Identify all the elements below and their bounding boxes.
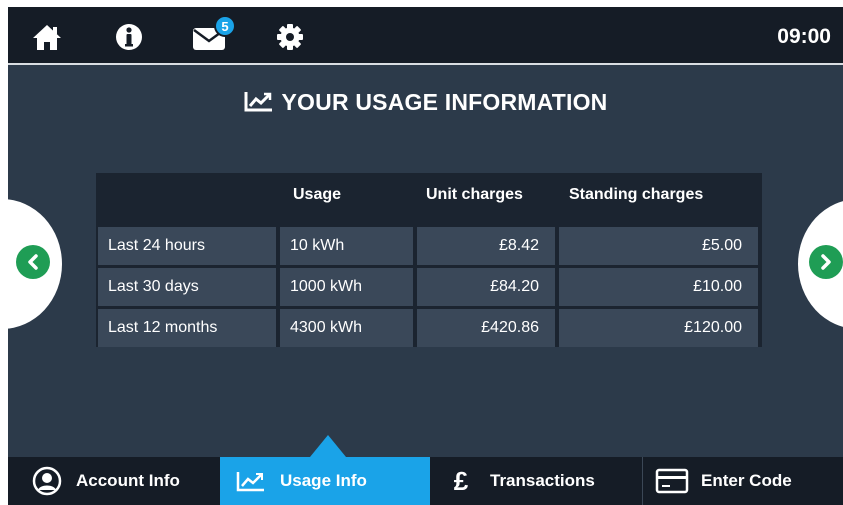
usage-cell: 1000 kWh [280,268,413,306]
info-icon[interactable] [112,21,146,53]
tab-usage-info[interactable]: Usage Info [220,457,430,505]
unit-charge-cell: £420.86 [417,309,555,347]
standing-charge-cell: £120.00 [559,309,758,347]
mail-badge: 5 [214,15,236,37]
standing-charge-cell: £5.00 [559,227,758,265]
pound-icon: £ [444,466,478,496]
column-header-unit-charges: Unit charges [426,186,523,203]
tab-transactions[interactable]: £ Transactions [430,457,642,505]
page-title: YOUR USAGE INFORMATION [8,89,843,116]
chevron-left-icon [16,245,50,279]
previous-button[interactable] [8,199,62,329]
usage-cell: 4300 kWh [280,309,413,347]
usage-cell: 10 kWh [280,227,413,265]
card-icon [655,466,689,496]
standing-charge-cell: £10.00 [559,268,758,306]
column-header-usage: Usage [293,186,342,203]
row-label: Last 12 months [98,309,276,347]
user-icon [30,466,64,496]
tab-label: Account Info [76,471,180,490]
bottom-tab-bar: Account Info Usage Info £ Transactions E… [8,457,843,505]
svg-text:£: £ [454,466,469,496]
unit-charge-cell: £84.20 [417,268,555,306]
tab-label: Enter Code [701,471,792,490]
app-screen: 5 09:00 YOUR USAGE INFORMATION Usage Uni… [8,7,843,505]
trend-chart-icon [244,90,274,112]
trend-chart-icon [234,466,268,496]
usage-table: Usage Unit charges Standing charges Last… [96,173,762,347]
row-label: Last 24 hours [98,227,276,265]
next-button[interactable] [798,199,843,329]
chevron-right-icon [809,245,843,279]
unit-charge-cell: £8.42 [417,227,555,265]
clock: 09:00 [777,25,831,48]
column-header-standing-charges: Standing charges [569,186,704,203]
tab-label: Transactions [490,471,595,490]
gear-icon[interactable] [273,21,307,53]
row-label: Last 30 days [98,268,276,306]
page-title-text: YOUR USAGE INFORMATION [281,89,608,115]
tab-label: Usage Info [280,471,367,490]
active-tab-pointer [310,435,346,457]
tab-account-info[interactable]: Account Info [8,457,220,505]
top-bar: 5 09:00 [8,7,843,65]
home-icon[interactable] [30,21,64,53]
tab-enter-code[interactable]: Enter Code [643,457,843,505]
